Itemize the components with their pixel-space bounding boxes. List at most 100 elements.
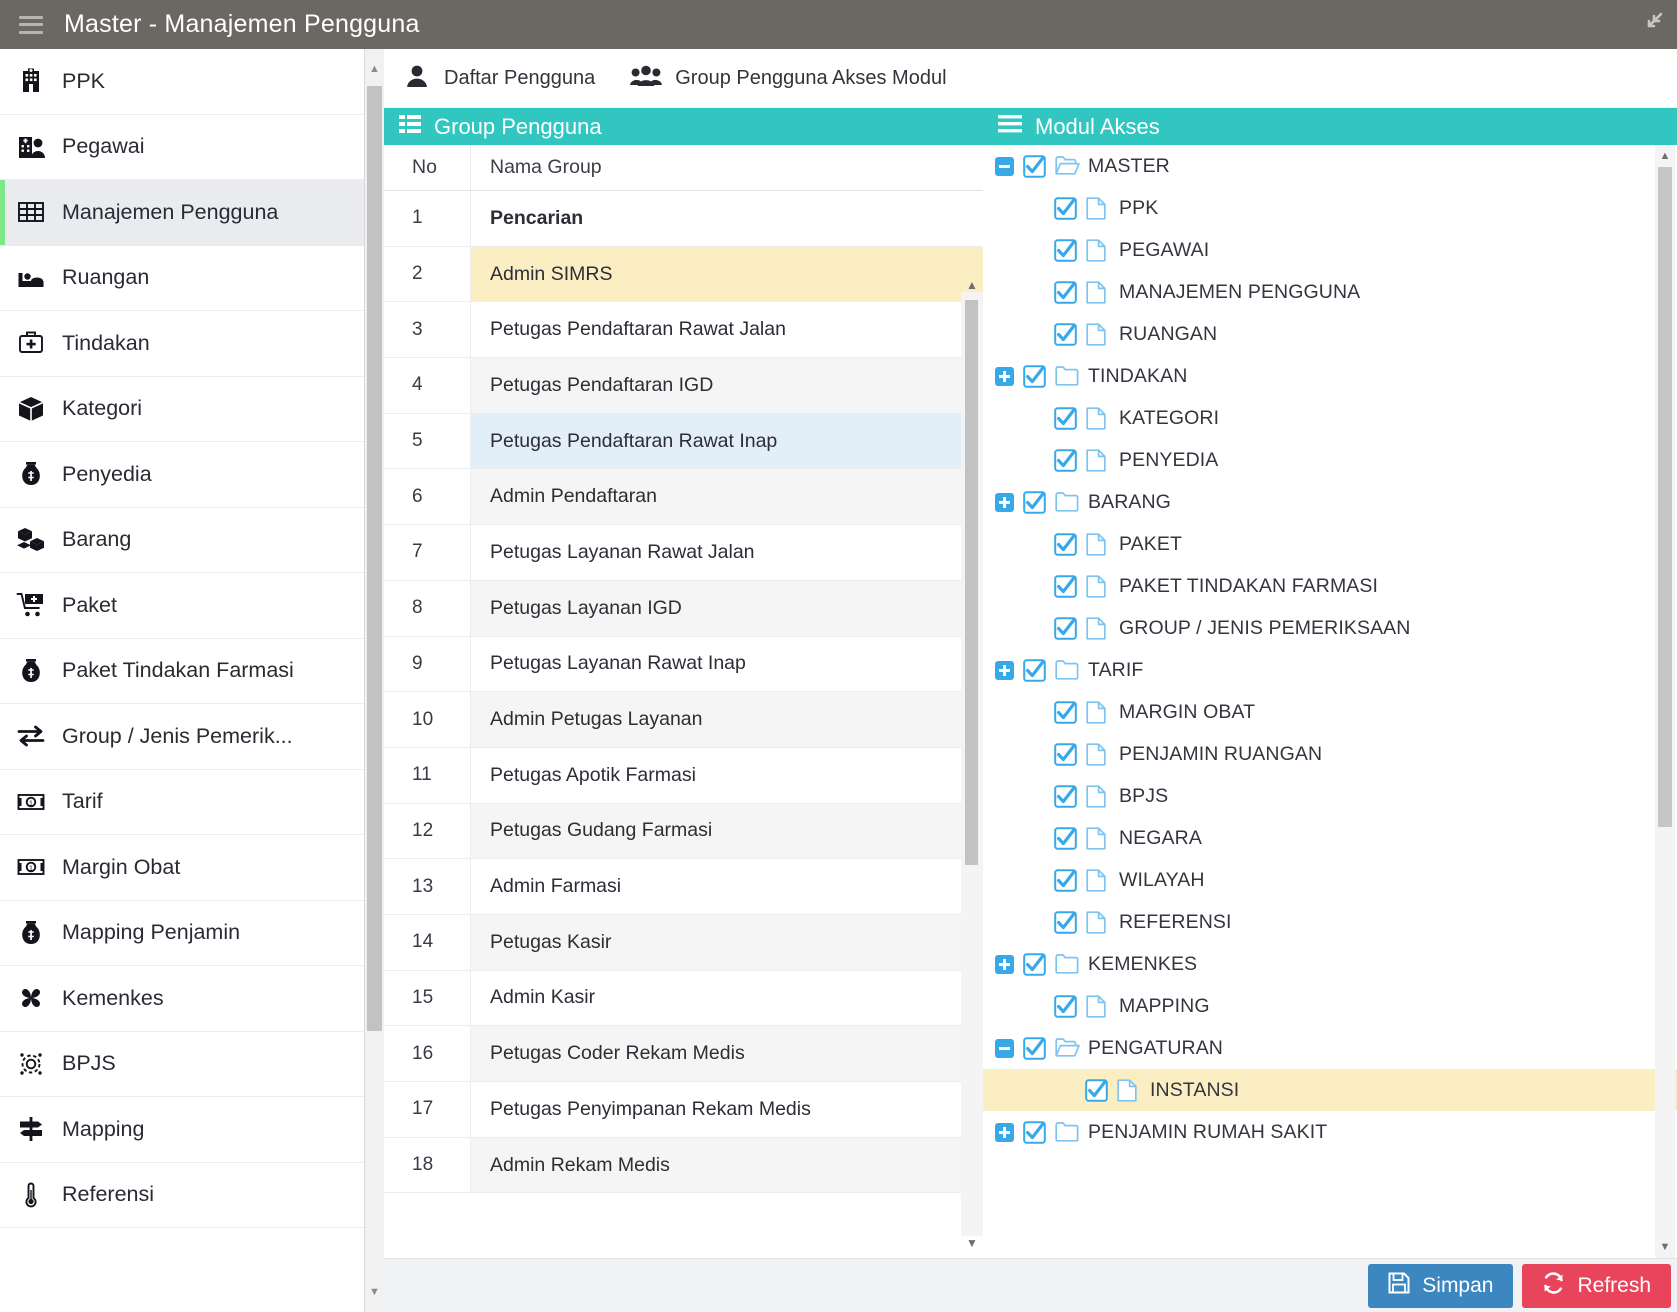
- table-row[interactable]: 11Petugas Apotik Farmasi: [384, 748, 983, 804]
- table-row[interactable]: 5Petugas Pendaftaran Rawat Inap: [384, 414, 983, 470]
- tree-scrollbar[interactable]: ▲ ▼: [1655, 145, 1675, 1258]
- tree-scroll-thumb[interactable]: [1658, 167, 1672, 827]
- sidebar-item-paket-tindakan-farmasi[interactable]: Paket Tindakan Farmasi: [0, 639, 364, 705]
- checkbox-checked-icon[interactable]: [1054, 869, 1077, 892]
- tree-node[interactable]: NEGARA: [983, 817, 1677, 859]
- expand-plus-icon[interactable]: [995, 1123, 1014, 1142]
- tree-scroll-up-icon[interactable]: ▲: [1655, 145, 1675, 167]
- tree-node[interactable]: PPK: [983, 187, 1677, 229]
- tree-node[interactable]: RUANGAN: [983, 313, 1677, 355]
- checkbox-checked-icon[interactable]: [1023, 491, 1046, 514]
- checkbox-checked-icon[interactable]: [1023, 659, 1046, 682]
- checkbox-checked-icon[interactable]: [1054, 407, 1077, 430]
- table-row[interactable]: 8Petugas Layanan IGD: [384, 581, 983, 637]
- checkbox-checked-icon[interactable]: [1023, 1037, 1046, 1060]
- table-row[interactable]: 16Petugas Coder Rekam Medis: [384, 1026, 983, 1082]
- checkbox-checked-icon[interactable]: [1054, 533, 1077, 556]
- collapse-window-icon[interactable]: [1635, 12, 1663, 38]
- table-row[interactable]: 7Petugas Layanan Rawat Jalan: [384, 525, 983, 581]
- scroll-up-icon[interactable]: ▲: [365, 57, 384, 81]
- tree-node[interactable]: TINDAKAN: [983, 355, 1677, 397]
- group-table-scroll-thumb[interactable]: [965, 300, 978, 865]
- tree-node[interactable]: BARANG: [983, 481, 1677, 523]
- checkbox-checked-icon[interactable]: [1085, 1079, 1108, 1102]
- checkbox-checked-icon[interactable]: [1023, 365, 1046, 388]
- sidebar-item-group-jenis-pemerik[interactable]: Group / Jenis Pemerik...: [0, 704, 364, 770]
- tree-node[interactable]: MASTER: [983, 145, 1677, 187]
- tree-node[interactable]: GROUP / JENIS PEMERIKSAAN: [983, 607, 1677, 649]
- tree-node[interactable]: REFERENSI: [983, 901, 1677, 943]
- group-table-scrollbar[interactable]: ▲ ▼: [961, 292, 983, 1236]
- sidebar-item-penyedia[interactable]: Penyedia: [0, 442, 364, 508]
- checkbox-checked-icon[interactable]: [1054, 743, 1077, 766]
- table-scroll-down-icon[interactable]: ▼: [961, 1232, 983, 1254]
- table-scroll-up-icon[interactable]: ▲: [961, 274, 983, 296]
- checkbox-checked-icon[interactable]: [1054, 197, 1077, 220]
- sidebar-item-kategori[interactable]: Kategori: [0, 377, 364, 443]
- tree-node[interactable]: PENYEDIA: [983, 439, 1677, 481]
- table-row[interactable]: 14Petugas Kasir: [384, 915, 983, 971]
- collapse-minus-icon[interactable]: [995, 1039, 1014, 1058]
- checkbox-checked-icon[interactable]: [1023, 953, 1046, 976]
- save-button[interactable]: Simpan: [1368, 1264, 1513, 1308]
- table-row[interactable]: 4Petugas Pendaftaran IGD: [384, 358, 983, 414]
- sidebar-item-manajemen-pengguna[interactable]: Manajemen Pengguna: [0, 180, 364, 246]
- sidebar-item-mapping-penjamin[interactable]: Mapping Penjamin: [0, 901, 364, 967]
- checkbox-checked-icon[interactable]: [1054, 449, 1077, 472]
- checkbox-checked-icon[interactable]: [1054, 575, 1077, 598]
- tree-node[interactable]: WILAYAH: [983, 859, 1677, 901]
- sidebar-item-margin-obat[interactable]: 1 Margin Obat: [0, 835, 364, 901]
- expand-plus-icon[interactable]: [995, 661, 1014, 680]
- checkbox-checked-icon[interactable]: [1054, 995, 1077, 1018]
- checkbox-checked-icon[interactable]: [1054, 239, 1077, 262]
- tree-node[interactable]: MARGIN OBAT: [983, 691, 1677, 733]
- checkbox-checked-icon[interactable]: [1054, 281, 1077, 304]
- checkbox-checked-icon[interactable]: [1054, 701, 1077, 724]
- tree-node[interactable]: PENJAMIN RUANGAN: [983, 733, 1677, 775]
- sidebar-item-pegawai[interactable]: Pegawai: [0, 115, 364, 181]
- checkbox-checked-icon[interactable]: [1054, 785, 1077, 808]
- sidebar-item-mapping[interactable]: Mapping: [0, 1097, 364, 1163]
- sidebar[interactable]: PPK Pegawai Manajemen Pengguna Ruangan T…: [0, 49, 365, 1312]
- tab-group-pengguna-akses-modul[interactable]: Group Pengguna Akses Modul: [630, 63, 946, 94]
- tree-node[interactable]: KEMENKES: [983, 943, 1677, 985]
- refresh-button[interactable]: Refresh: [1522, 1264, 1671, 1308]
- checkbox-checked-icon[interactable]: [1023, 1121, 1046, 1144]
- tree-node[interactable]: TARIF: [983, 649, 1677, 691]
- sidebar-item-paket[interactable]: Paket: [0, 573, 364, 639]
- tree-node[interactable]: MAPPING: [983, 985, 1677, 1027]
- sidebar-item-tindakan[interactable]: Tindakan: [0, 311, 364, 377]
- table-row[interactable]: 10Admin Petugas Layanan: [384, 692, 983, 748]
- checkbox-checked-icon[interactable]: [1054, 911, 1077, 934]
- sidebar-item-barang[interactable]: Barang: [0, 508, 364, 574]
- checkbox-checked-icon[interactable]: [1054, 323, 1077, 346]
- checkbox-checked-icon[interactable]: [1023, 155, 1046, 178]
- table-row[interactable]: 3Petugas Pendaftaran Rawat Jalan: [384, 302, 983, 358]
- table-row[interactable]: 18Admin Rekam Medis: [384, 1138, 983, 1194]
- sidebar-item-referensi[interactable]: Referensi: [0, 1163, 364, 1229]
- tree-node[interactable]: PAKET: [983, 523, 1677, 565]
- tree-node[interactable]: INSTANSI: [983, 1069, 1677, 1111]
- tree-node[interactable]: BPJS: [983, 775, 1677, 817]
- tree-node[interactable]: PENJAMIN RUMAH SAKIT: [983, 1111, 1677, 1153]
- sidebar-item-ppk[interactable]: PPK: [0, 49, 364, 115]
- tree-node[interactable]: PAKET TINDAKAN FARMASI: [983, 565, 1677, 607]
- sidebar-scrollbar[interactable]: ▲ ▼: [365, 49, 384, 1312]
- table-row[interactable]: 12Petugas Gudang Farmasi: [384, 804, 983, 860]
- expand-plus-icon[interactable]: [995, 367, 1014, 386]
- sidebar-item-ruangan[interactable]: Ruangan: [0, 246, 364, 312]
- scroll-down-icon[interactable]: ▼: [365, 1280, 384, 1304]
- table-row[interactable]: 13Admin Farmasi: [384, 859, 983, 915]
- table-row[interactable]: 6Admin Pendaftaran: [384, 469, 983, 525]
- table-row[interactable]: 17Petugas Penyimpanan Rekam Medis: [384, 1082, 983, 1138]
- tab-daftar-pengguna[interactable]: Daftar Pengguna: [403, 63, 595, 94]
- tree-node[interactable]: PENGATURAN: [983, 1027, 1677, 1069]
- hamburger-icon[interactable]: [19, 16, 43, 34]
- checkbox-checked-icon[interactable]: [1054, 617, 1077, 640]
- expand-plus-icon[interactable]: [995, 955, 1014, 974]
- sidebar-item-kemenkes[interactable]: Kemenkes: [0, 966, 364, 1032]
- table-row[interactable]: 1Pencarian: [384, 191, 983, 247]
- expand-plus-icon[interactable]: [995, 493, 1014, 512]
- tree-node[interactable]: PEGAWAI: [983, 229, 1677, 271]
- sidebar-item-bpjs[interactable]: BPJS: [0, 1032, 364, 1098]
